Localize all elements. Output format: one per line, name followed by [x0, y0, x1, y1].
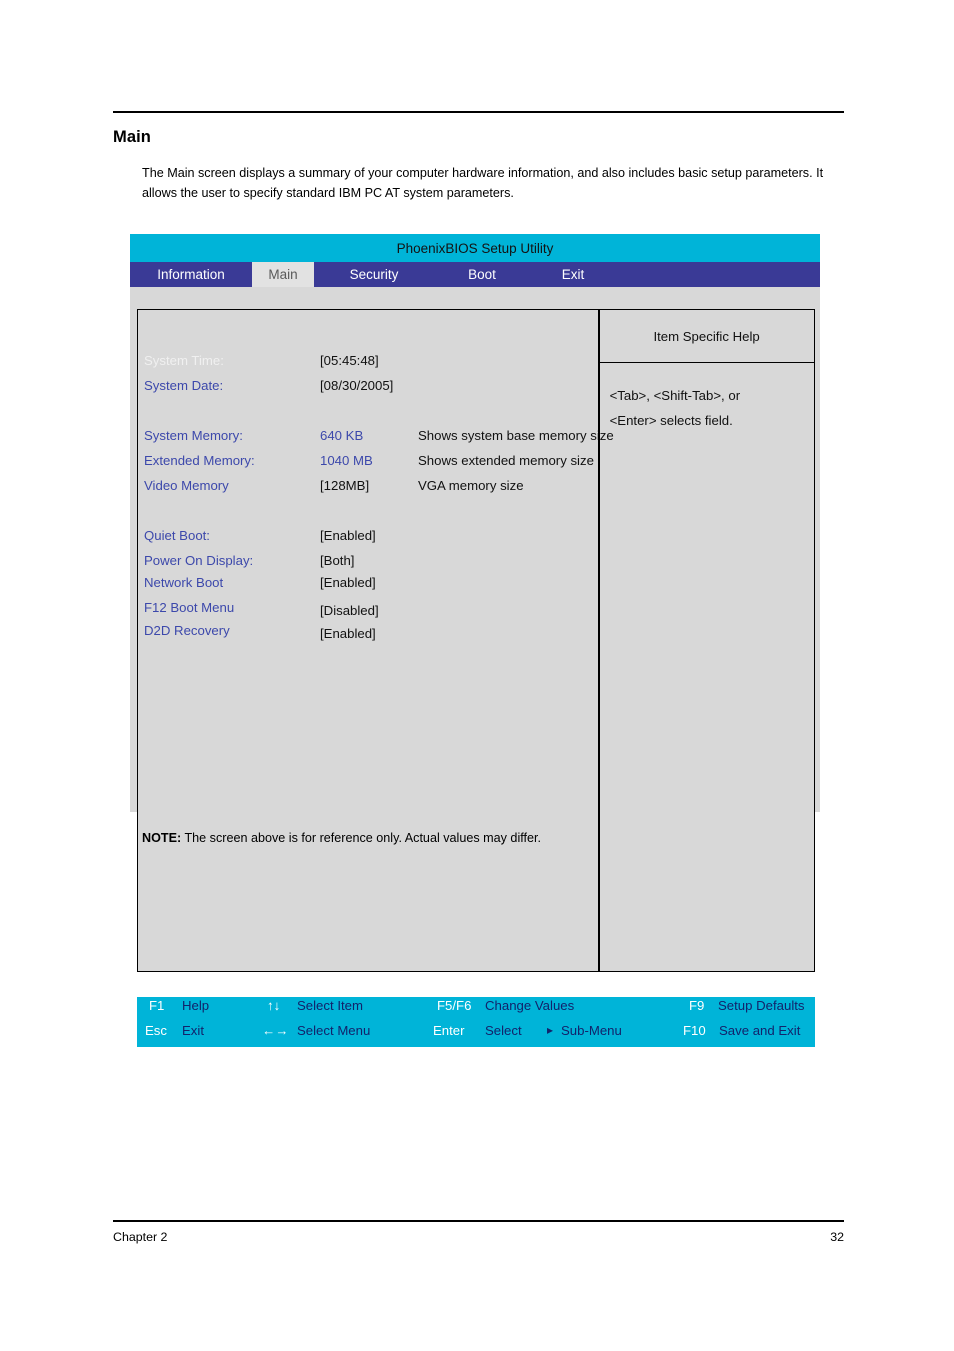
note-label: NOTE:: [142, 831, 182, 845]
tab-information[interactable]: Information: [130, 262, 252, 287]
setting-value[interactable]: [Enabled]: [320, 575, 376, 590]
footer-page-number: 32: [830, 1230, 844, 1244]
tab-bar-spacer: [130, 287, 820, 309]
key-select-item-desc: Select Item: [297, 998, 363, 1013]
settings-list: System Time: [05:45:48] System Date: [08…: [138, 310, 614, 971]
setting-value[interactable]: [05:45:48]: [320, 353, 379, 368]
setting-value[interactable]: [Enabled]: [320, 626, 376, 641]
function-key-row-1: F1 Help ↑↓ Select Item F5/F6 Change Valu…: [137, 998, 815, 1023]
help-panel-title: Item Specific Help: [599, 310, 814, 363]
setting-value[interactable]: [Enabled]: [320, 528, 376, 543]
setting-label: Network Boot: [144, 575, 224, 590]
bios-tab-bar: Information Main Security Boot Exit: [130, 262, 820, 287]
tab-boot[interactable]: Boot: [434, 262, 530, 287]
setting-value[interactable]: [Both]: [320, 553, 354, 568]
key-enter[interactable]: Enter: [433, 1023, 465, 1038]
setting-label: Power On Display:: [144, 553, 254, 568]
setting-value[interactable]: [Disabled]: [320, 603, 379, 618]
key-f10[interactable]: F10: [683, 1023, 706, 1038]
setting-description: Shows system base memory size: [418, 428, 614, 443]
setting-label: System Memory:: [144, 428, 243, 443]
setting-value: 1040 MB: [320, 453, 373, 468]
page-title: Main: [113, 128, 151, 146]
setting-description: Shows extended memory size: [418, 453, 594, 468]
bios-content-panel: System Time: [05:45:48] System Date: [08…: [137, 309, 815, 972]
setting-label: D2D Recovery: [144, 623, 230, 638]
intro-paragraph: The Main screen displays a summary of yo…: [142, 166, 824, 200]
setting-label: F12 Boot Menu: [144, 600, 235, 615]
setting-label: Quiet Boot:: [144, 528, 210, 543]
key-change-values-desc: Change Values: [485, 998, 575, 1013]
tab-exit[interactable]: Exit: [530, 262, 616, 287]
key-f1[interactable]: F1: [149, 998, 164, 1013]
setting-label: System Time:: [144, 353, 224, 368]
footer-rule: [113, 1220, 844, 1222]
key-select-menu-desc: Select Menu: [297, 1023, 371, 1038]
function-key-row-2: Esc Exit ←→ Select Menu Enter Select ▸ S…: [137, 1023, 815, 1048]
setting-label: Video Memory: [144, 478, 229, 493]
setting-label: System Date:: [144, 378, 224, 393]
setting-label: Extended Memory:: [144, 453, 255, 468]
key-esc[interactable]: Esc: [145, 1023, 167, 1038]
item-specific-help-panel: Item Specific Help <Tab>, <Shift-Tab>, o…: [599, 310, 814, 971]
document-page: Main The Main screen displays a summary …: [0, 0, 954, 1351]
help-line: <Enter> selects field.: [609, 413, 733, 428]
setting-value[interactable]: [08/30/2005]: [320, 378, 393, 393]
note-text: The screen above is for reference only. …: [184, 831, 542, 845]
tab-main[interactable]: Main: [252, 262, 314, 287]
setting-value[interactable]: [128MB]: [320, 478, 369, 493]
tab-security[interactable]: Security: [314, 262, 434, 287]
key-updown-arrows: ↑↓: [267, 998, 281, 1013]
key-setup-defaults-desc: Setup Defaults: [718, 998, 805, 1013]
key-select-desc: Select: [485, 1023, 522, 1038]
key-f5-f6[interactable]: F5/F6: [437, 998, 471, 1013]
setting-value: 640 KB: [320, 428, 364, 443]
help-line: <Tab>, <Shift-Tab>, or: [609, 388, 741, 403]
key-f9[interactable]: F9: [689, 998, 704, 1013]
key-save-and-exit-desc: Save and Exit: [719, 1023, 801, 1038]
key-esc-desc: Exit: [182, 1023, 204, 1038]
key-f1-desc: Help: [182, 998, 210, 1013]
header-rule: [113, 111, 844, 113]
key-leftright-arrows: ←→: [262, 1023, 289, 1038]
bios-setup-screen: PhoenixBIOS Setup Utility Information Ma…: [130, 234, 820, 1047]
bios-function-key-bar: F1 Help ↑↓ Select Item F5/F6 Change Valu…: [137, 997, 815, 1047]
note-line: NOTE: The screen above is for reference …: [142, 831, 541, 845]
key-submenu-desc: Sub-Menu: [561, 1023, 622, 1038]
submenu-arrow-icon: ▸: [547, 1023, 554, 1037]
bios-title-bar: PhoenixBIOS Setup Utility: [130, 234, 820, 262]
setting-description: VGA memory size: [418, 478, 524, 493]
